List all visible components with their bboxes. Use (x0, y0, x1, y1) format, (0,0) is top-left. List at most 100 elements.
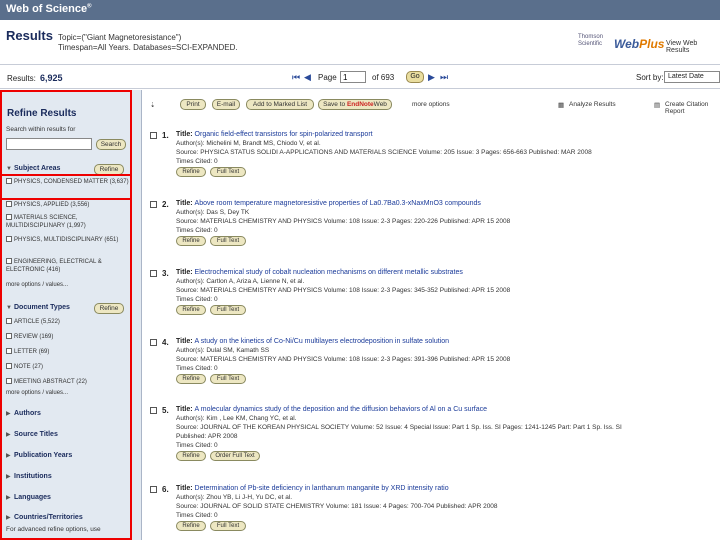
refine-record-button[interactable]: Refine (176, 451, 206, 461)
refine-record-button[interactable]: Refine (176, 167, 206, 177)
record-checkbox[interactable] (150, 270, 157, 277)
title-text: A study on the kinetics of Co-Ni/Cu mult… (194, 338, 450, 345)
refine-record-button[interactable]: Refine (176, 236, 206, 246)
sort-select[interactable]: Latest Date (664, 71, 720, 83)
scientific-text: Scientific (578, 41, 603, 47)
highlight-box-subject-item (0, 174, 132, 200)
title-label: Title: (176, 269, 195, 276)
result-record: 1. Title: Organic field-effect transisto… (150, 130, 720, 177)
select-all-icon[interactable]: ⇣ (150, 101, 155, 109)
plus-text: Plus (639, 37, 665, 51)
webplus-brand[interactable]: Thomson Scientific WebPlus View Web Resul… (578, 34, 718, 56)
refine-record-button[interactable]: Refine (176, 305, 206, 315)
more-options-link[interactable]: more options (412, 101, 450, 108)
record-times-cited: Times Cited: 0 (176, 227, 218, 234)
title-text: Determination of Pb-site deficiency in l… (194, 485, 449, 492)
save-to-endnote-button[interactable]: Save to EndNoteWeb (318, 99, 392, 110)
webplus-logo: WebPlus (614, 37, 664, 51)
thomson-text: Thomson (578, 34, 604, 40)
web-text: Web (614, 37, 640, 51)
sort-label: Sort by: (636, 73, 664, 82)
record-title[interactable]: Title: A study on the kinetics of Co-Ni/… (176, 338, 449, 345)
record-authors: Author(s): Dulal SM, Kamath SS (176, 347, 270, 354)
full-text-button[interactable]: Full Text (210, 374, 246, 384)
add-to-marked-list-button[interactable]: Add to Marked List (246, 99, 314, 110)
analyze-results-link[interactable]: Analyze Results (569, 101, 616, 108)
full-text-button[interactable]: Full Text (210, 236, 246, 246)
create-citation-report-link[interactable]: Create Citation Report (665, 101, 720, 115)
record-authors: Author(s): Michelini M, Brandt MS, Chiod… (176, 140, 321, 147)
record-source: Source: MATERIALS CHEMISTRY AND PHYSICS … (176, 356, 511, 363)
record-title[interactable]: Title: A molecular dynamics study of the… (176, 406, 487, 413)
page-title: Results (6, 28, 53, 43)
page-number-input[interactable] (340, 71, 366, 83)
record-checkbox[interactable] (150, 339, 157, 346)
results-count: 6,925 (40, 73, 63, 83)
record-number: 4. (162, 338, 169, 347)
top-header-bar: Web of Science® (0, 0, 720, 20)
divider (0, 88, 720, 89)
record-title[interactable]: Title: Electrochemical study of cobalt n… (176, 269, 463, 276)
title-text: Electrochemical study of cobalt nucleati… (194, 269, 463, 276)
query-timespan: Timespan=All Years. Databases=SCI-EXPAND… (58, 43, 238, 52)
record-number: 2. (162, 200, 169, 209)
refine-record-button[interactable]: Refine (176, 521, 206, 531)
prev-page-icon[interactable]: ◀ (304, 72, 311, 83)
save-prefix: Save to (323, 101, 346, 108)
result-record: 4. Title: A study on the kinetics of Co-… (150, 337, 720, 384)
record-title[interactable]: Title: Above room temperature magnetores… (176, 200, 481, 207)
title-label: Title: (176, 338, 195, 345)
query-topic: Topic=("Giant Magnetoresistance") (58, 33, 182, 42)
record-number: 1. (162, 131, 169, 140)
record-title[interactable]: Title: Determination of Pb-site deficien… (176, 485, 449, 492)
record-times-cited: Times Cited: 0 (176, 365, 218, 372)
title-label: Title: (176, 200, 195, 207)
full-text-button[interactable]: Full Text (210, 305, 246, 315)
record-times-cited: Times Cited: 0 (176, 512, 218, 519)
title-text: Organic field-effect transistors for spi… (194, 131, 373, 138)
record-number: 6. (162, 485, 169, 494)
record-checkbox[interactable] (150, 486, 157, 493)
pager: ⏮ ◀ Page of 693 Go ▶ ⏭ (292, 70, 462, 84)
first-page-icon[interactable]: ⏮ (292, 72, 300, 83)
citation-report-icon[interactable]: ▤ (654, 101, 660, 109)
result-record: 5. Title: A molecular dynamics study of … (150, 405, 720, 461)
last-page-icon[interactable]: ⏭ (440, 72, 448, 83)
endnote-label: EndNote (346, 101, 374, 108)
title-text: Above room temperature magnetoresistive … (194, 200, 481, 207)
result-record: 3. Title: Electrochemical study of cobal… (150, 268, 720, 315)
record-source: Source: JOURNAL OF THE KOREAN PHYSICAL S… (176, 424, 622, 431)
record-authors: Author(s): Zhou YB, Li J-H, Yu DC, et al… (176, 494, 293, 501)
title-text: A molecular dynamics study of the deposi… (194, 406, 488, 413)
refine-record-button[interactable]: Refine (176, 374, 206, 384)
print-button[interactable]: Print (180, 99, 206, 110)
record-source: Source: JOURNAL OF SOLID STATE CHEMISTRY… (176, 503, 498, 510)
record-source: Source: MATERIALS CHEMISTRY AND PHYSICS … (176, 287, 511, 294)
results-toolbar: ⇣ Print E-mail Add to Marked List Save t… (150, 98, 720, 115)
go-button[interactable]: Go (406, 71, 424, 83)
record-checkbox[interactable] (150, 132, 157, 139)
order-full-text-button[interactable]: Order Full Text (210, 451, 260, 461)
sort-control: Sort by: Latest Date (636, 70, 720, 84)
record-checkbox[interactable] (150, 201, 157, 208)
full-text-button[interactable]: Full Text (210, 167, 246, 177)
view-web-results-link[interactable]: View Web Results (666, 40, 718, 54)
email-button[interactable]: E-mail (212, 99, 240, 110)
next-page-icon[interactable]: ▶ (428, 72, 435, 83)
record-published: Published: APR 2008 (176, 433, 238, 440)
thomson-logo: Thomson Scientific (578, 34, 603, 48)
record-title[interactable]: Title: Organic field-effect transistors … (176, 131, 373, 138)
highlight-box-sidebar (0, 90, 132, 540)
record-number: 3. (162, 269, 169, 278)
record-authors: Author(s): Cartlon A, Ariza A, Lienne N,… (176, 278, 305, 285)
analyze-icon[interactable]: ▦ (558, 101, 564, 109)
full-text-button[interactable]: Full Text (210, 521, 246, 531)
record-source: Source: MATERIALS CHEMISTRY AND PHYSICS … (176, 218, 511, 225)
record-times-cited: Times Cited: 0 (176, 296, 218, 303)
record-checkbox[interactable] (150, 407, 157, 414)
results-count-label: Results: (7, 74, 36, 83)
wos-logo[interactable]: Web of Science® (6, 3, 92, 15)
title-label: Title: (176, 406, 195, 413)
results-count-row: Results: 6,925 ⏮ ◀ Page of 693 Go ▶ ⏭ So… (0, 66, 720, 88)
result-record: 2. Title: Above room temperature magneto… (150, 199, 720, 246)
